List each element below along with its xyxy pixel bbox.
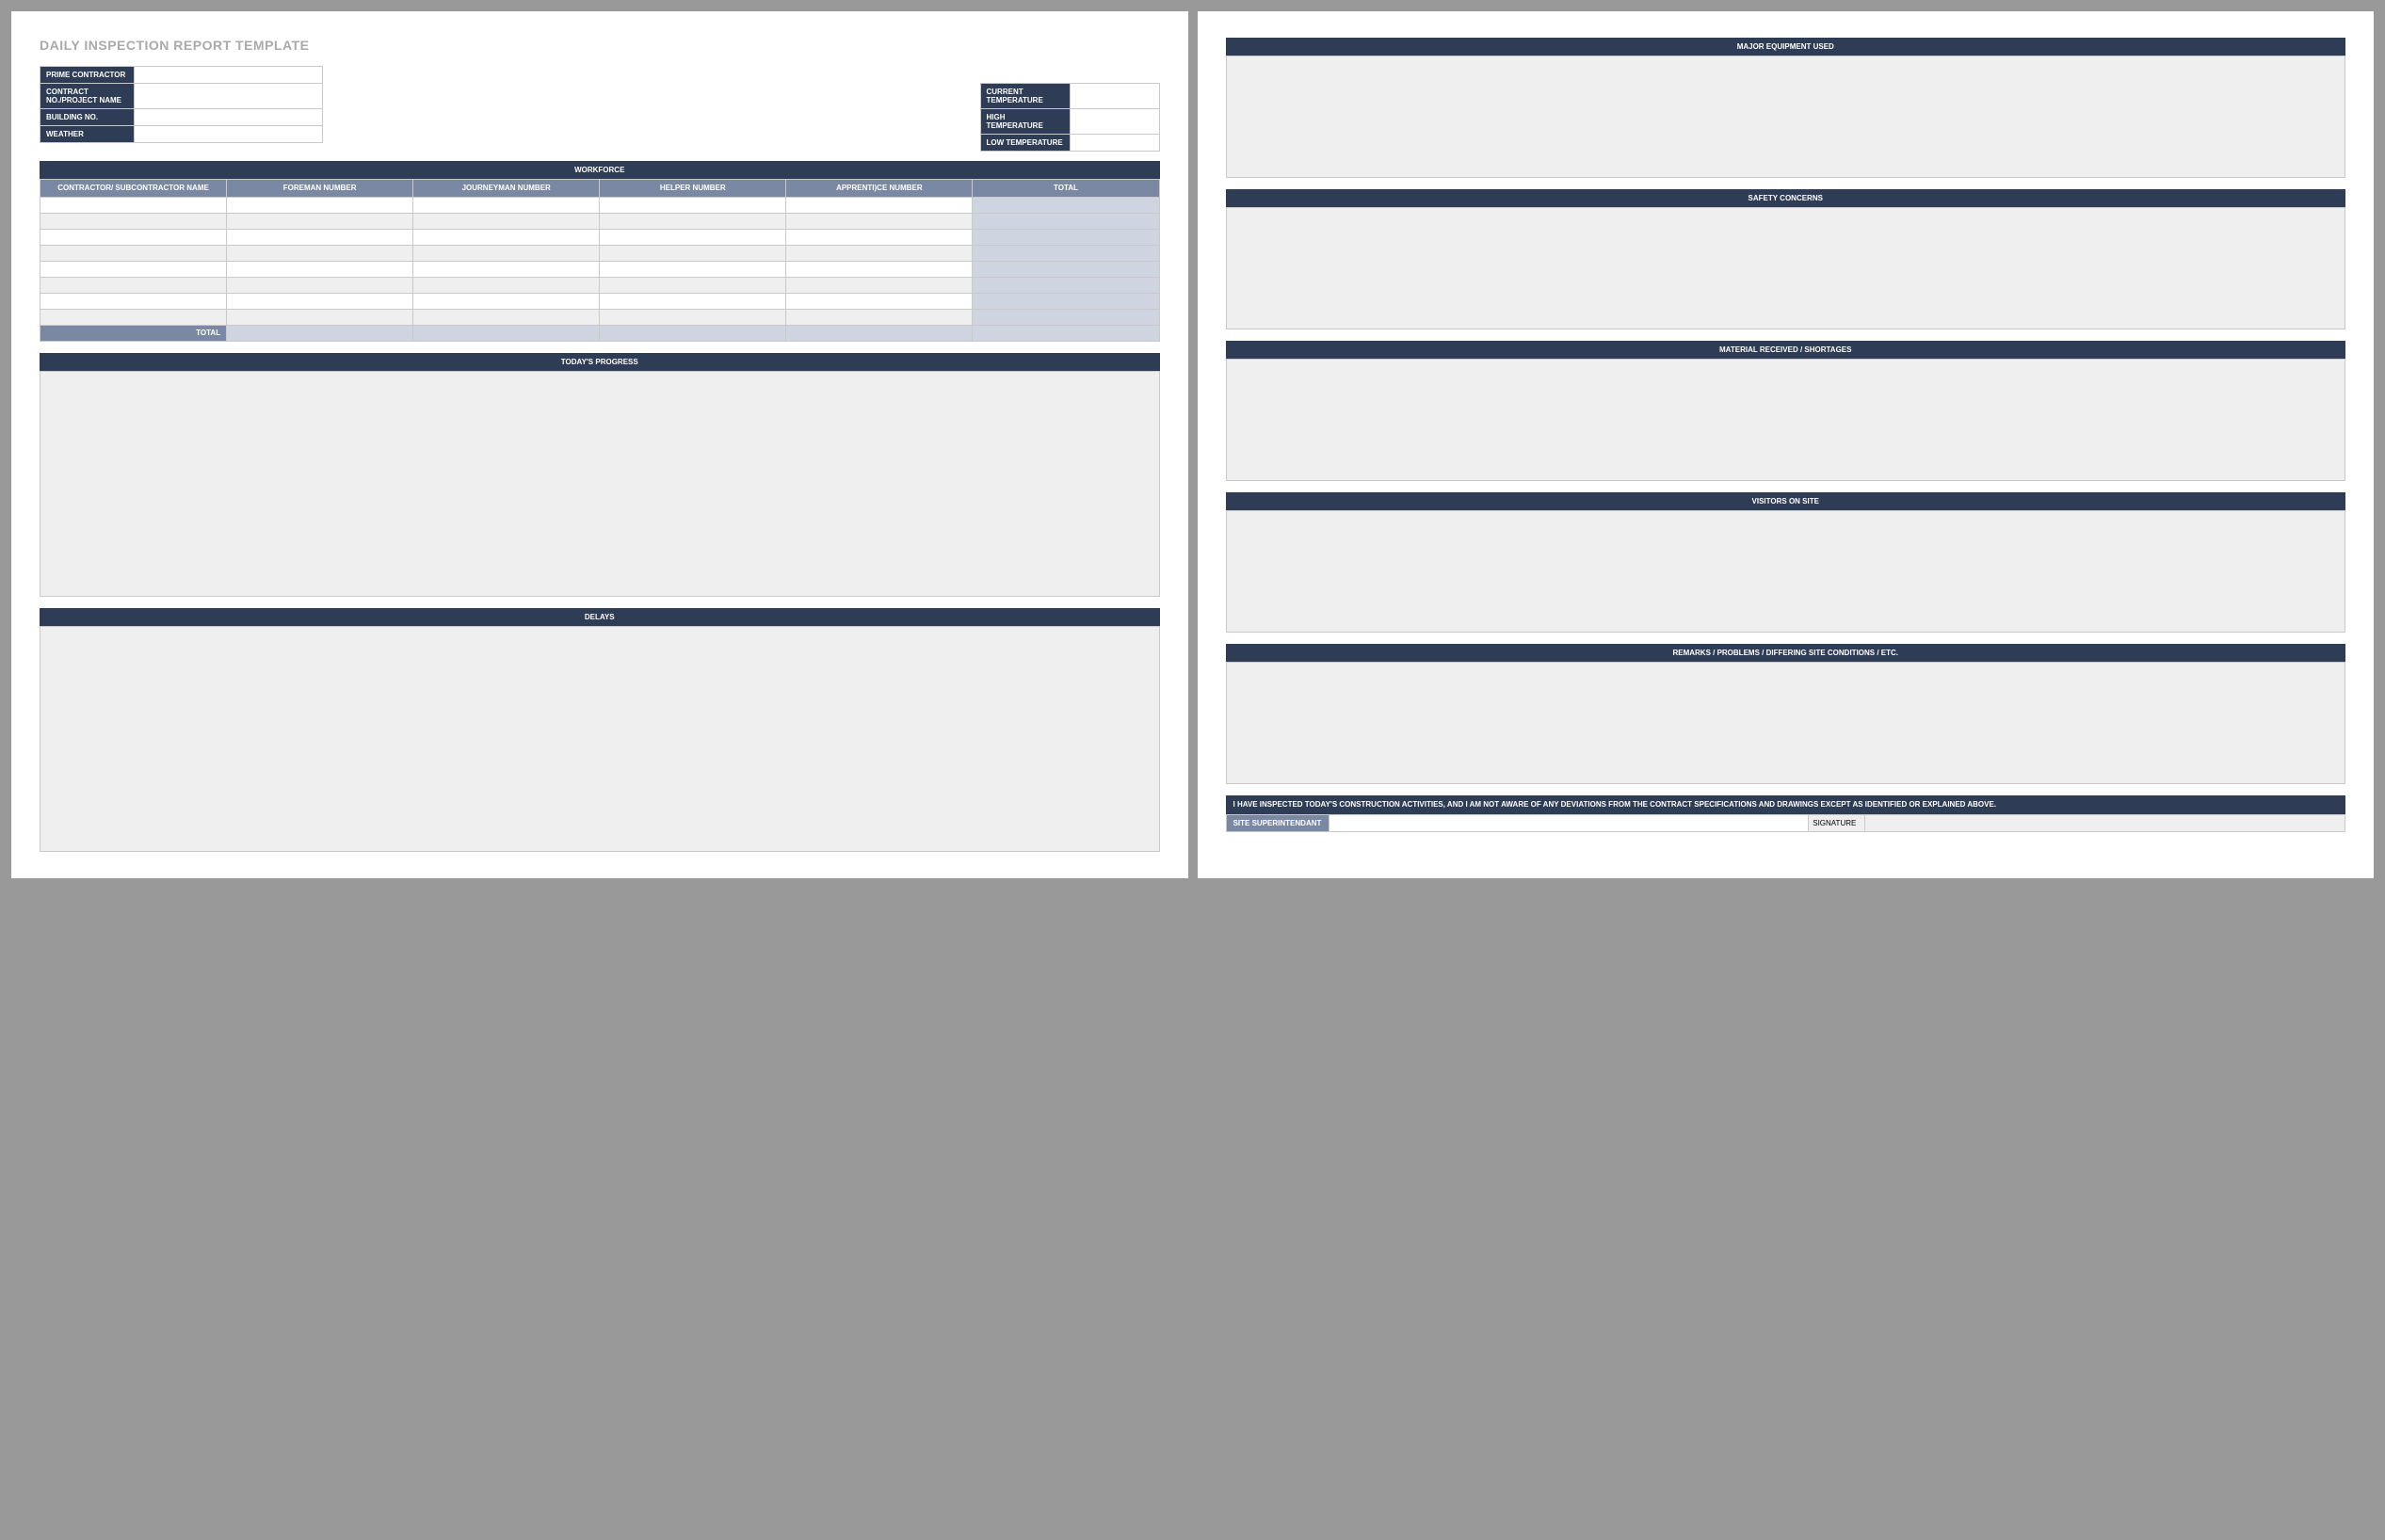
page-title: DAILY INSPECTION REPORT TEMPLATE	[40, 38, 1160, 53]
current-temp-label: CURRENT TEMPERATURE	[980, 84, 1070, 109]
prime-contractor-field[interactable]	[135, 67, 323, 84]
prime-contractor-label: PRIME CONTRACTOR	[40, 67, 135, 84]
workforce-total-label: TOTAL	[40, 325, 227, 341]
current-temp-field[interactable]	[1070, 84, 1159, 109]
attestation-text: I HAVE INSPECTED TODAY'S CONSTRUCTION AC…	[1226, 795, 2346, 814]
high-temp-field[interactable]	[1070, 109, 1159, 135]
col-foreman: FOREMAN NUMBER	[227, 180, 413, 198]
weather-field[interactable]	[135, 126, 323, 143]
meta-left-table: PRIME CONTRACTOR CONTRACT NO./PROJECT NA…	[40, 66, 323, 143]
document-spread: DAILY INSPECTION REPORT TEMPLATE PRIME C…	[11, 11, 2374, 878]
low-temp-label: LOW TEMPERATURE	[980, 135, 1070, 152]
col-apprentice: APPRENTI)CE NUMBER	[786, 180, 973, 198]
site-superintendant-label: SITE SUPERINTENDANT	[1226, 814, 1329, 832]
table-row	[40, 293, 1160, 309]
signature-row: SITE SUPERINTENDANT SIGNATURE	[1226, 814, 2346, 832]
delays-field[interactable]	[40, 626, 1160, 852]
col-total: TOTAL	[973, 180, 1159, 198]
visitors-field[interactable]	[1226, 510, 2346, 633]
table-row	[40, 261, 1160, 277]
equipment-field[interactable]	[1226, 56, 2346, 178]
site-superintendant-field[interactable]	[1329, 814, 1810, 832]
visitors-header: VISITORS ON SITE	[1226, 492, 2346, 510]
col-contractor: CONTRACTOR/ SUBCONTRACTOR NAME	[40, 180, 227, 198]
col-helper: HELPER NUMBER	[600, 180, 786, 198]
building-no-label: BUILDING NO.	[40, 109, 135, 126]
table-row	[40, 197, 1160, 213]
table-row	[40, 277, 1160, 293]
page-1: DAILY INSPECTION REPORT TEMPLATE PRIME C…	[11, 11, 1188, 878]
safety-header: SAFETY CONCERNS	[1226, 189, 2346, 207]
weather-label: WEATHER	[40, 126, 135, 143]
table-row	[40, 213, 1160, 229]
meta-right-table: CURRENT TEMPERATURE HIGH TEMPERATURE LOW…	[980, 83, 1160, 152]
equipment-header: MAJOR EQUIPMENT USED	[1226, 38, 2346, 56]
table-row	[40, 229, 1160, 245]
page-2: MAJOR EQUIPMENT USED SAFETY CONCERNS MAT…	[1198, 11, 2375, 878]
safety-field[interactable]	[1226, 207, 2346, 329]
contract-no-label: CONTRACT NO./PROJECT NAME	[40, 84, 135, 109]
building-no-field[interactable]	[135, 109, 323, 126]
progress-header: TODAY'S PROGRESS	[40, 353, 1160, 371]
contract-no-field[interactable]	[135, 84, 323, 109]
material-header: MATERIAL RECEIVED / SHORTAGES	[1226, 341, 2346, 359]
workforce-total-row: TOTAL	[40, 325, 1160, 341]
high-temp-label: HIGH TEMPERATURE	[980, 109, 1070, 135]
table-row	[40, 245, 1160, 261]
progress-field[interactable]	[40, 371, 1160, 597]
workforce-header: WORKFORCE	[40, 161, 1160, 179]
remarks-field[interactable]	[1226, 662, 2346, 784]
signature-label: SIGNATURE	[1809, 814, 1865, 832]
material-field[interactable]	[1226, 359, 2346, 481]
delays-header: DELAYS	[40, 608, 1160, 626]
workforce-table: CONTRACTOR/ SUBCONTRACTOR NAME FOREMAN N…	[40, 179, 1160, 342]
table-row	[40, 309, 1160, 325]
low-temp-field[interactable]	[1070, 135, 1159, 152]
col-journeyman: JOURNEYMAN NUMBER	[413, 180, 600, 198]
signature-field[interactable]	[1865, 814, 2345, 832]
remarks-header: REMARKS / PROBLEMS / DIFFERING SITE COND…	[1226, 644, 2346, 662]
